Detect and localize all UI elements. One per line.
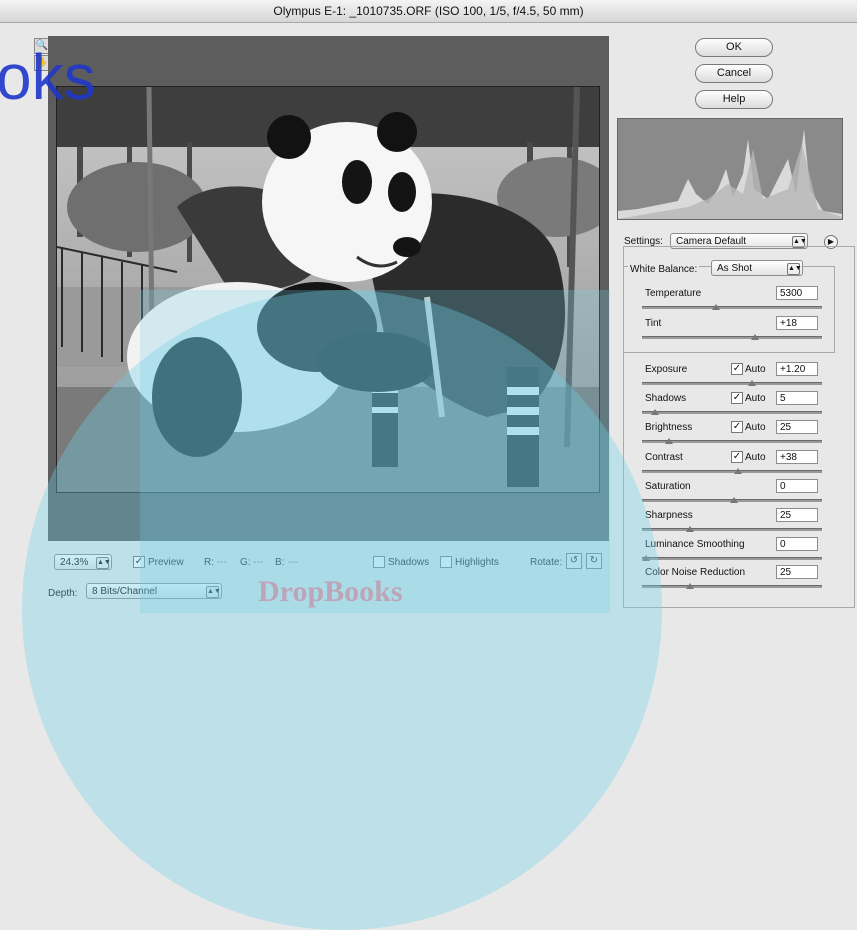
cancel-button[interactable]: Cancel [695, 64, 773, 83]
exposure-label: Exposure [645, 364, 688, 375]
shadows-label: Shadows [645, 393, 687, 404]
zoom-level-value: 24.3% [60, 557, 89, 568]
highlights-clip-label: Highlights [455, 557, 499, 568]
shadows-value-field[interactable]: 5 [776, 391, 818, 405]
preview-label: Preview [148, 557, 184, 568]
histogram [617, 118, 843, 220]
ok-button[interactable]: OK [695, 38, 773, 57]
depth-select[interactable]: 8 Bits/Channel ▲▼ [86, 583, 222, 599]
r-label: R: [204, 557, 214, 568]
histogram-graph [618, 129, 842, 219]
contrast-auto-label: Auto [745, 452, 766, 463]
shadows-slider-track[interactable] [642, 411, 822, 414]
b-value: --- [288, 557, 298, 568]
g-label: G: [240, 557, 251, 568]
exposure-slider-track[interactable] [642, 382, 822, 385]
sharpness-label: Sharpness [645, 510, 693, 521]
rotate-label: Rotate: [530, 557, 563, 568]
rotate-right-icon[interactable]: ↻ [586, 553, 602, 569]
brightness-label: Brightness [645, 422, 693, 433]
sharpness-slider-track[interactable] [642, 528, 822, 531]
select-arrow-icon: ▲▼ [96, 557, 111, 569]
shadows-auto-label: Auto [745, 393, 766, 404]
tint-value-field[interactable]: +18 [776, 316, 818, 330]
shadows-clip-checkbox[interactable] [373, 556, 385, 568]
contrast-auto-checkbox[interactable]: ✓ [731, 451, 743, 463]
highlights-clip-checkbox[interactable] [440, 556, 452, 568]
luminance-slider-track[interactable] [642, 557, 822, 560]
tint-slider-track[interactable] [642, 336, 822, 339]
rotate-left-icon[interactable]: ↺ [566, 553, 582, 569]
help-button[interactable]: Help [695, 90, 773, 109]
tint-slider-knob[interactable] [751, 334, 760, 340]
window-title: Olympus E-1: _1010735.ORF (ISO 100, 1/5,… [0, 0, 857, 23]
luminance-label: Luminance Smoothing [645, 539, 745, 550]
temperature-slider-track[interactable] [642, 306, 822, 309]
depth-value: 8 Bits/Channel [92, 586, 158, 597]
g-value: --- [253, 557, 263, 568]
zoom-level-select[interactable]: 24.3% ▲▼ [54, 554, 112, 570]
colornoise-slider-track[interactable] [642, 585, 822, 588]
exposure-value-field[interactable]: +1.20 [776, 362, 818, 376]
tint-label: Tint [645, 318, 662, 329]
temperature-slider-knob[interactable] [712, 304, 721, 310]
watermark-text-bottom: DropBooks [258, 575, 403, 608]
preview-checkbox[interactable]: ✓ [133, 556, 145, 568]
saturation-value-field[interactable]: 0 [776, 479, 818, 493]
sharpness-value-field[interactable]: 25 [776, 508, 818, 522]
luminance-value-field[interactable]: 0 [776, 537, 818, 551]
contrast-value-field[interactable]: +38 [776, 450, 818, 464]
brightness-auto-label: Auto [745, 422, 766, 433]
b-label: B: [275, 557, 285, 568]
image-preview [48, 36, 609, 541]
temperature-label: Temperature [645, 288, 702, 299]
colornoise-value-field[interactable]: 25 [776, 565, 818, 579]
exposure-auto-checkbox[interactable]: ✓ [731, 363, 743, 375]
brightness-auto-checkbox[interactable]: ✓ [731, 421, 743, 433]
contrast-label: Contrast [645, 452, 683, 463]
temperature-value-field[interactable]: 5300 [776, 286, 818, 300]
colornoise-slider-knob[interactable] [686, 583, 694, 589]
brightness-slider-knob[interactable] [664, 438, 673, 444]
exposure-slider-knob[interactable] [747, 380, 756, 386]
luminance-slider-knob[interactable] [642, 555, 650, 561]
exposure-auto-label: Auto [745, 364, 766, 375]
sharpness-slider-knob[interactable] [686, 526, 694, 532]
brightness-value-field[interactable]: 25 [776, 420, 818, 434]
preview-photo [56, 86, 600, 493]
select-arrow-icon: ▲▼ [206, 586, 221, 598]
contrast-slider-knob[interactable] [733, 468, 742, 474]
depth-label: Depth: [48, 588, 78, 599]
carousel-panda-image [57, 87, 599, 492]
shadows-slider-knob[interactable] [650, 409, 659, 415]
r-value: --- [217, 557, 227, 568]
saturation-label: Saturation [645, 481, 691, 492]
shadows-auto-checkbox[interactable]: ✓ [731, 392, 743, 404]
colornoise-label: Color Noise Reduction [645, 567, 746, 578]
saturation-slider-knob[interactable] [730, 497, 738, 503]
contrast-slider-track[interactable] [642, 470, 822, 473]
shadows-clip-label: Shadows [388, 557, 430, 568]
